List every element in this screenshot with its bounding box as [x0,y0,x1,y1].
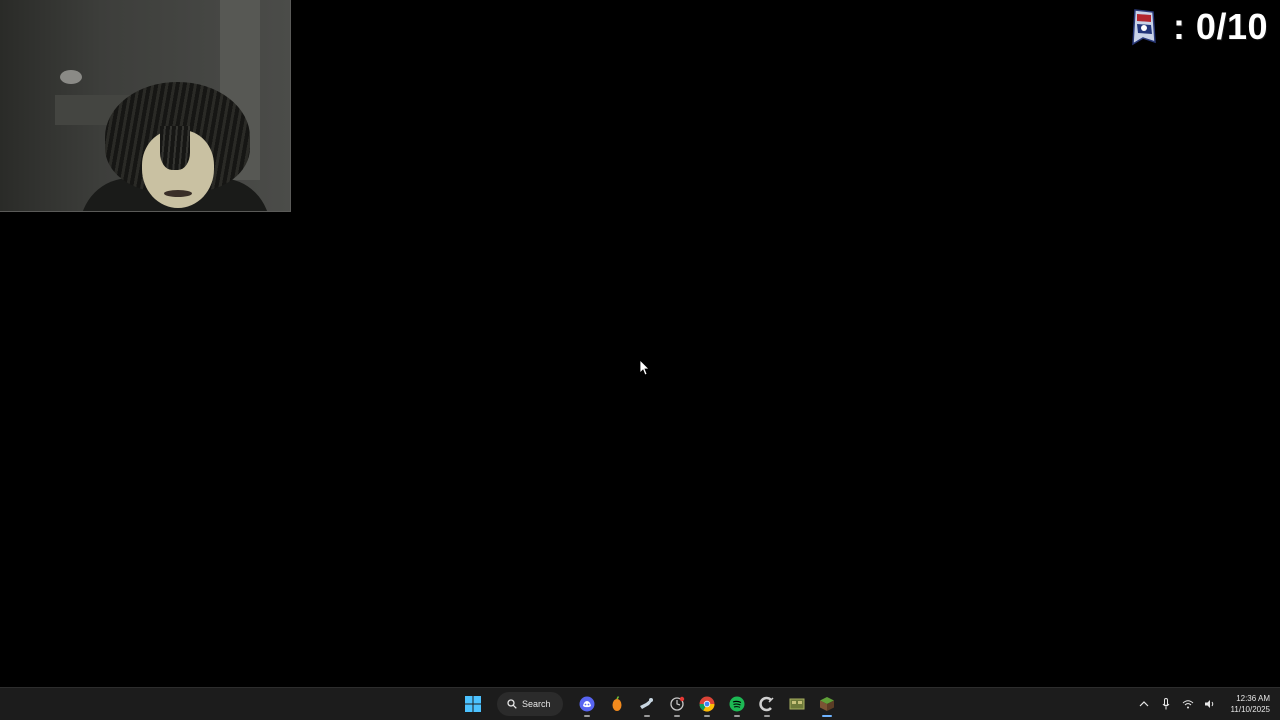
taskbar-app-minecraft[interactable] [815,691,839,717]
mouse-cursor-icon [640,360,650,376]
running-indicator [583,715,590,717]
windows-logo-icon [465,696,481,712]
taskbar-app-timer[interactable] [665,691,689,717]
webcam-person-mouth [164,190,192,197]
webcam-overlay [0,0,291,212]
running-indicator [733,715,740,717]
discord-icon [579,696,595,712]
volume-icon[interactable] [1203,697,1217,711]
ccleaner-icon [758,696,774,712]
start-button[interactable] [461,691,485,717]
taskbar-app-fruity[interactable] [605,691,629,717]
wifi-icon[interactable] [1181,697,1195,711]
taskbar-app-discord[interactable] [575,691,599,717]
taskbar-apps: Search [461,688,839,720]
steam-icon [639,698,653,709]
gallery-app-icon [789,698,805,710]
webcam-person-fringe [160,126,190,170]
taskbar-app-spotify[interactable] [725,691,749,717]
microphone-icon[interactable] [1159,697,1173,711]
taskbar-app-ccleaner[interactable] [755,691,779,717]
counter-value: : 0/10 [1172,6,1268,47]
taskbar-app-steam[interactable] [635,691,659,717]
taskbar-app-gallery[interactable] [785,691,809,717]
system-tray: 12:36 AM 11/10/2025 [1137,688,1270,720]
running-indicator [821,715,832,717]
chevron-up-icon[interactable] [1137,697,1151,711]
clock-time: 12:36 AM [1236,694,1270,703]
fruity-app-icon [612,696,622,711]
taskbar-clock[interactable]: 12:36 AM 11/10/2025 [1231,693,1270,715]
timer-app-icon [669,696,684,711]
running-indicator [643,715,650,717]
taskbar-app-chrome[interactable] [695,691,719,717]
taskbar: Search 12:36 AM 11/10/2025 [0,687,1280,720]
running-indicator [703,715,710,717]
running-indicator [673,715,680,717]
webcam-lamp [60,70,82,84]
chrome-icon [699,696,715,712]
minecraft-icon [819,697,834,711]
progress-counter: : 0/10 [1129,6,1268,48]
taskbar-search-button[interactable]: Search [497,692,563,716]
running-indicator [763,715,770,717]
clock-date: 11/10/2025 [1230,705,1270,714]
search-icon [507,699,517,709]
search-label: Search [522,699,551,709]
flag-badge-icon [1129,8,1159,46]
spotify-icon [729,696,745,712]
webcam-person-face [142,126,214,208]
